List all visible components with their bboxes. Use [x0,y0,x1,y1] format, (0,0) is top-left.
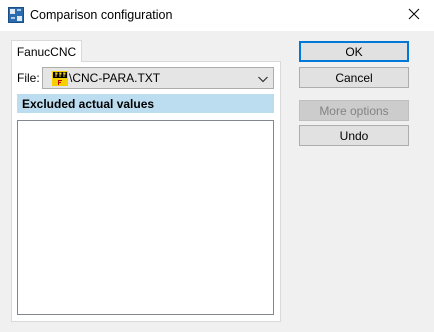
app-icon [8,7,24,23]
undo-button[interactable]: Undo [299,125,409,146]
ok-button[interactable]: OK [299,41,409,62]
section-header-label: Excluded actual values [22,97,155,111]
close-button[interactable] [394,0,434,31]
file-dropdown[interactable]: \CNC-PARA.TXT [42,67,274,89]
comparison-config-dialog: Comparison configuration FanucCNC File: … [0,0,434,332]
tab-label: FanucCNC [16,44,77,59]
chevron-down-icon[interactable] [257,73,269,83]
fanuc-file-icon [52,71,68,86]
close-icon [408,8,420,23]
cancel-button[interactable]: Cancel [299,67,409,88]
excluded-values-header: Excluded actual values [17,94,274,113]
file-label: File: [17,71,40,85]
window-title: Comparison configuration [30,8,173,22]
excluded-values-list[interactable] [17,120,274,315]
file-value: \CNC-PARA.TXT [69,71,161,85]
tab-fanuccnc[interactable]: FanucCNC [11,40,82,62]
title-bar: Comparison configuration [0,0,434,31]
more-options-button[interactable]: More options [299,100,409,121]
